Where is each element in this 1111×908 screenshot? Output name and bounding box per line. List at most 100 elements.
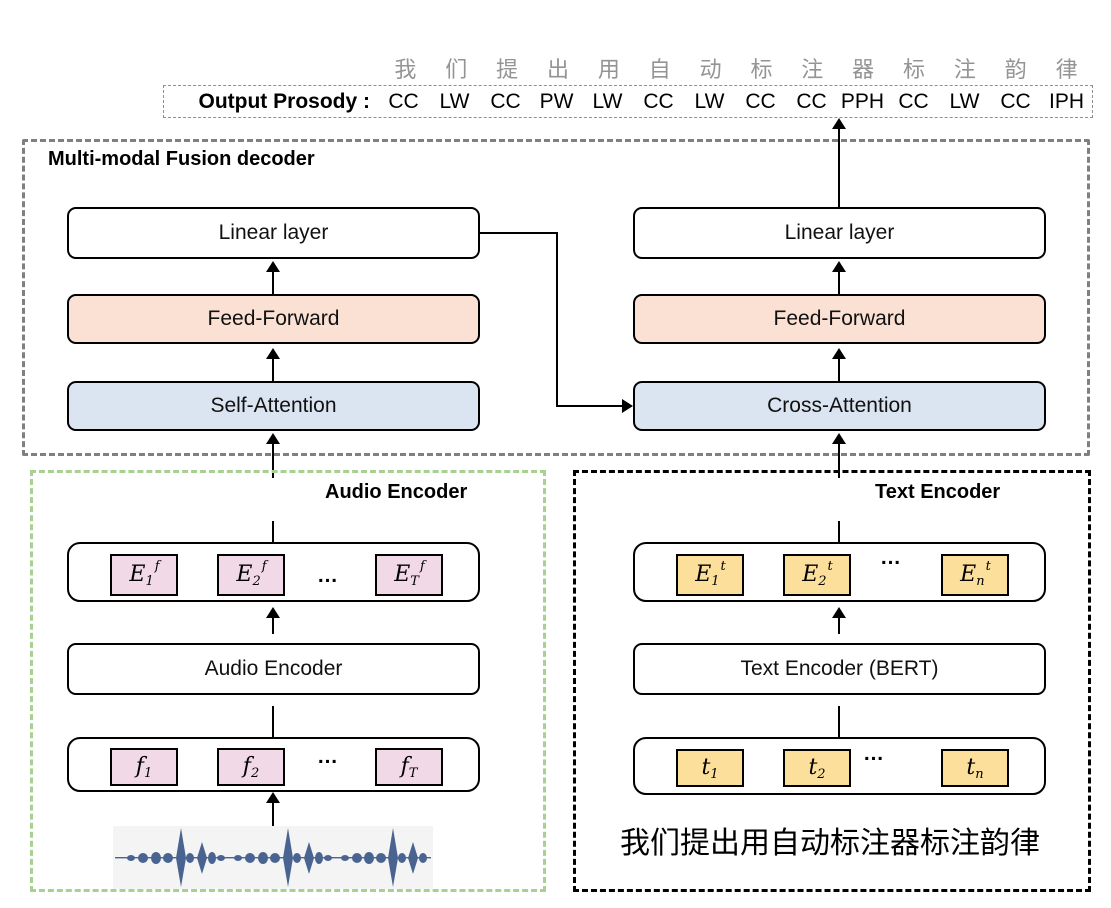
audio-feature-token[interactable]: f1 [110,748,178,786]
text-encoder-title: Text Encoder [875,481,1001,503]
block-audio-encoder[interactable]: Audio Encoder [67,643,480,695]
token-base: E [695,562,712,587]
diagram-canvas: 我 们 提 出 用 自 动 标 注 器 标 注 韵 律 Output Proso… [0,0,1111,908]
arrow-attn-to-ff-right-head [832,348,846,359]
arrow-attn-to-ff-left-shaft [272,357,275,381]
prosody-tag: IPH [1048,89,1084,113]
hanzi-char: 用 [597,58,620,83]
output-prosody-label: Output Prosody : [198,89,371,113]
block-label: Audio Encoder [204,657,343,680]
token-sub: 1 [143,765,153,781]
audio-embedding-token[interactable]: E1f [110,554,178,596]
token-sub: T [410,573,419,589]
block-linear-layer-right[interactable]: Linear layer [633,207,1046,259]
block-label: Feed-Forward [207,307,340,330]
text-input-sentence: 我们提出用自动标注器标注韵律 [620,826,1040,861]
prosody-tag: LW [949,89,980,113]
arrow-text-tok-to-encoder-shaft [838,706,841,739]
audio-feature-token[interactable]: f2 [217,748,285,786]
block-feed-forward-left[interactable]: Feed-Forward [67,294,480,344]
arrow-wave-to-feat-head [266,792,280,803]
text-embedding-row: E1t E2t … Ent [633,542,1046,602]
prosody-tag: CC [388,89,419,113]
output-prosody-tags: CC LW CC PW LW CC LW CC CC PPH CC LW CC … [378,86,1092,117]
token-base: t [701,755,711,780]
block-cross-attention[interactable]: Cross-Attention [633,381,1046,431]
arrow-ff-to-linear-right-shaft [838,270,841,294]
audio-feature-ellipsis: … [317,745,339,768]
arrow-encoder-to-text-emb-shaft [838,616,841,634]
prosody-tag: CC [745,89,776,113]
prosody-tag: CC [796,89,827,113]
block-text-encoder[interactable]: Text Encoder (BERT) [633,643,1046,695]
hanzi-char: 我 [394,58,417,83]
block-label: Feed-Forward [773,307,906,330]
token-sub: 1 [145,573,154,589]
block-label: Text Encoder (BERT) [740,657,939,680]
text-embedding-token[interactable]: E2t [783,554,851,596]
text-token[interactable]: t1 [676,749,744,787]
audio-encoder-title: Audio Encoder [325,481,468,503]
block-linear-layer-left[interactable]: Linear layer [67,207,480,259]
prosody-tag: LW [592,89,623,113]
arrow-ff-to-linear-right-head [832,261,846,272]
fusion-decoder-title: Multi-modal Fusion decoder [48,148,315,170]
arrow-ff-to-linear-left-shaft [272,270,275,294]
token-sub: 2 [818,573,827,589]
arrow-text-emb-to-attn-head [832,433,846,444]
audio-embedding-token[interactable]: ETf [375,554,443,596]
prosody-tag: CC [1000,89,1031,113]
connector-linear-to-cross-top [480,232,558,235]
arrow-encoder-to-audio-emb-shaft [272,616,275,634]
block-feed-forward-right[interactable]: Feed-Forward [633,294,1046,344]
connector-linear-to-cross-vertical [556,232,559,406]
token-base: f [242,754,251,779]
arrow-encoder-to-text-emb-head [832,607,846,618]
token-base: E [394,562,411,587]
token-sub: T [408,765,418,781]
connector-linear-to-cross-bottom [556,405,624,408]
token-sub: n [975,766,984,782]
block-label: Linear layer [784,221,895,244]
hanzi-char: 韵 [1004,58,1027,83]
block-label: Self-Attention [210,394,337,417]
token-base: E [129,562,146,587]
arrow-ff-to-linear-left-head [266,261,280,272]
text-embedding-token[interactable]: Ent [941,554,1009,596]
arrow-attn-to-ff-right-shaft [838,357,841,381]
hanzi-char: 自 [648,58,671,83]
token-base: t [808,755,818,780]
token-sub: n [976,573,985,589]
audio-embedding-token[interactable]: E2f [217,554,285,596]
token-base: f [400,754,409,779]
block-label: Linear layer [218,221,329,244]
text-token-ellipsis: … [863,742,885,765]
audio-feature-row: f1 f2 … fT [67,737,480,792]
hanzi-char: 律 [1055,58,1078,83]
hanzi-char: 注 [953,58,976,83]
connector-linear-to-cross-head [622,399,633,413]
arrow-output-head [832,118,846,129]
prosody-tag: LW [439,89,470,113]
arrow-audio-emb-to-attn-head [266,433,280,444]
hanzi-char: 们 [445,58,468,83]
output-prosody-row: Output Prosody : CC LW CC PW LW CC LW CC… [163,85,1093,118]
token-base: f [135,754,144,779]
audio-embedding-ellipsis: … [317,564,339,587]
block-self-attention[interactable]: Self-Attention [67,381,480,431]
input-hanzi-row: 我 们 提 出 用 自 动 标 注 器 标 注 韵 律 [380,52,1092,84]
hanzi-char: 动 [699,58,722,83]
token-sup: f [419,558,425,574]
audio-feature-token[interactable]: fT [375,748,443,786]
text-token[interactable]: tn [941,749,1009,787]
block-label: Cross-Attention [767,394,912,417]
text-embedding-token[interactable]: E1t [676,554,744,596]
token-base: t [966,755,976,780]
token-sub: 1 [710,766,719,782]
hanzi-char: 标 [903,58,926,83]
arrow-wave-to-feat-shaft [272,800,275,828]
prosody-tag: PPH [840,89,885,113]
text-token[interactable]: t2 [783,749,851,787]
token-sup: t [720,558,726,574]
audio-waveform [113,826,433,889]
